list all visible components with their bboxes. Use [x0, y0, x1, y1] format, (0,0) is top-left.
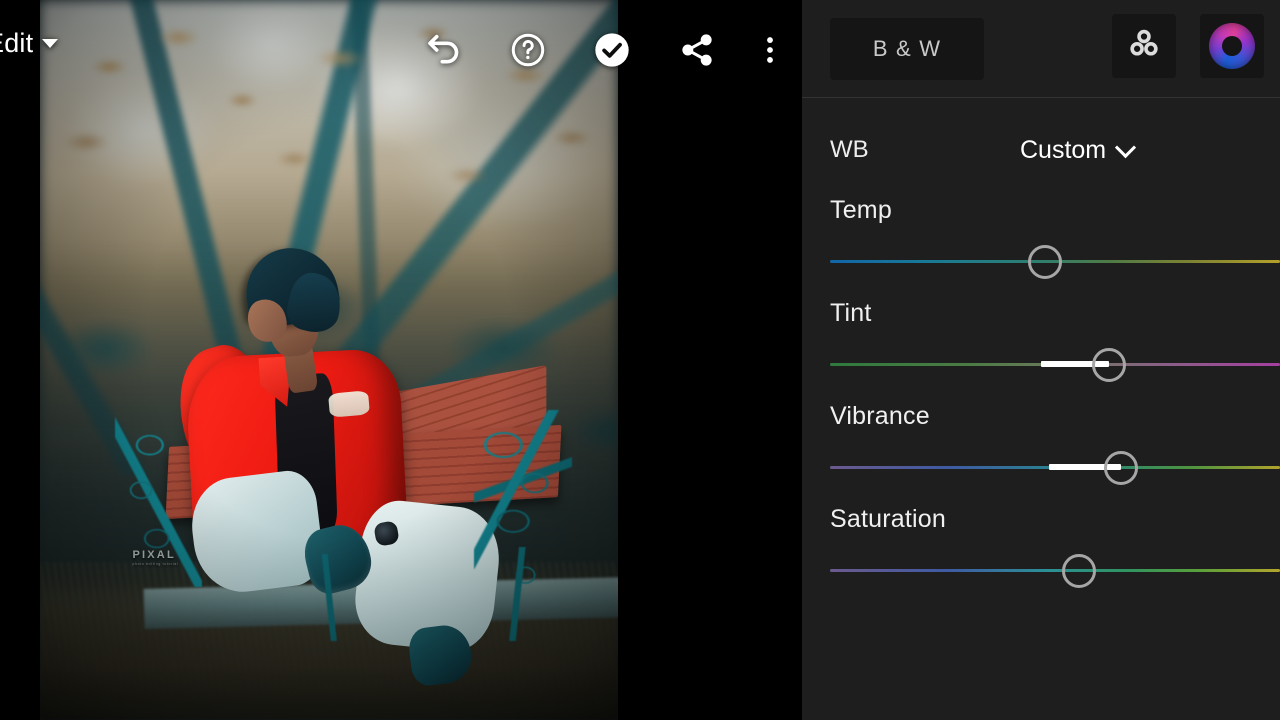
color-mix-button[interactable] [1112, 14, 1176, 78]
panel-toolbar: B & W [802, 0, 1280, 98]
check-circle-icon [592, 30, 632, 70]
three-circles-icon [1126, 26, 1162, 67]
slider-label: Vibrance [830, 402, 930, 430]
white-balance-row: WB Custom [830, 124, 1252, 176]
edited-photo[interactable]: PIXAL photo editing tutorial [40, 0, 618, 720]
bw-toggle-button[interactable]: B & W [830, 18, 984, 80]
slider-saturation: Saturation [830, 505, 1280, 588]
help-button[interactable] [506, 28, 550, 72]
photo-editor-app: PIXAL photo editing tutorial Edit [0, 0, 1280, 720]
slider-track-area[interactable] [830, 554, 1280, 588]
share-button[interactable] [675, 28, 719, 72]
slider-knob[interactable] [1104, 451, 1139, 485]
slider-list: Temp Tint Vibrance Saturation [830, 196, 1280, 588]
canvas-area: PIXAL photo editing tutorial Edit [0, 0, 802, 720]
color-wheel-icon [1209, 23, 1255, 69]
edit-controls-panel: B & W WB Custom Temp Tint Vibrance Satur… [802, 0, 1280, 720]
slider-knob[interactable] [1061, 554, 1096, 588]
bw-button-label: B & W [872, 36, 942, 61]
chevron-down-icon [1115, 136, 1137, 158]
bench-right-leg [490, 547, 555, 641]
caret-down-icon [42, 39, 59, 48]
undo-button[interactable] [422, 28, 466, 72]
slider-knob[interactable] [1028, 245, 1063, 279]
slider-vibrance: Vibrance [830, 402, 1280, 485]
color-wheel-button[interactable] [1200, 14, 1264, 78]
wb-value-label: Custom [1020, 135, 1107, 164]
wb-label: WB [830, 136, 869, 163]
slider-track-area[interactable] [830, 245, 1280, 279]
slider-gradient-track [830, 569, 1280, 572]
slider-temp: Temp [830, 196, 1280, 279]
watermark-text: PIXAL [132, 548, 176, 561]
help-circle-icon [509, 31, 547, 69]
slider-label: Tint [830, 299, 872, 327]
more-vertical-icon [753, 33, 787, 67]
share-icon [678, 31, 716, 69]
slider-tint: Tint [830, 299, 1280, 382]
slider-track-area[interactable] [830, 348, 1280, 382]
slider-knob[interactable] [1091, 348, 1126, 382]
slider-label: Saturation [830, 505, 946, 533]
edit-mode-label: Edit [0, 28, 34, 58]
more-options-button[interactable] [748, 28, 792, 72]
watermark-subtext: photo editing tutorial [132, 561, 179, 566]
photo-watermark: PIXAL photo editing tutorial [132, 549, 178, 566]
panel-body: WB Custom Temp Tint Vibrance Saturation [802, 98, 1280, 588]
bench-right-arm [473, 410, 572, 569]
undo-icon [424, 30, 464, 70]
apply-button[interactable] [590, 28, 634, 72]
slider-label: Temp [830, 196, 892, 224]
wb-dropdown[interactable]: Custom [1020, 135, 1137, 165]
slider-track-area[interactable] [830, 451, 1280, 485]
edit-mode-selector[interactable]: Edit [0, 28, 59, 59]
bench-left-leg [305, 554, 358, 641]
